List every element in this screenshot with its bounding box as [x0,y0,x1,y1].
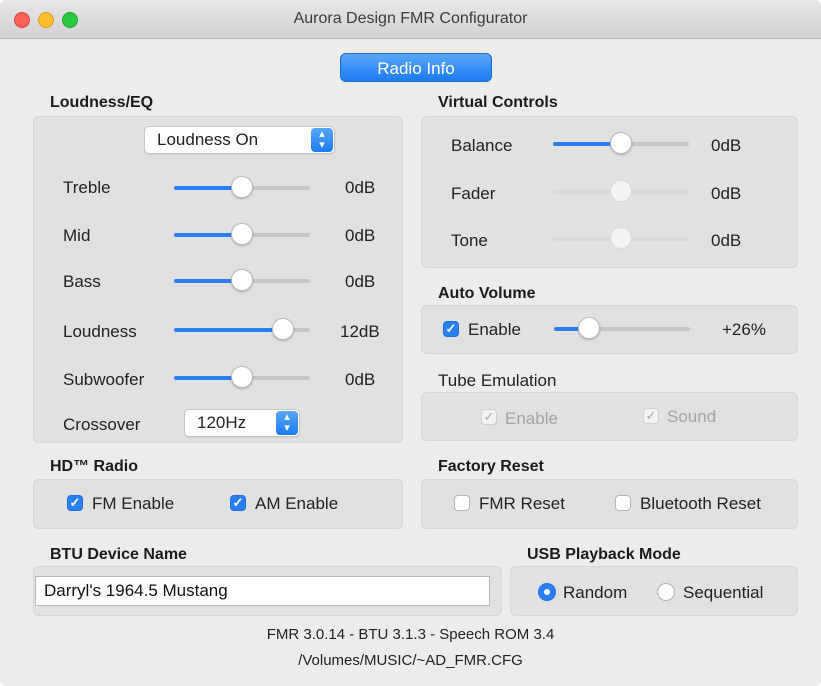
auto-volume-slider[interactable] [554,317,690,341]
subwoofer-label: Subwoofer [63,370,145,389]
auto-volume-value: +26% [722,320,766,339]
tube-enable-checkbox: ✓ [481,409,497,425]
hd-radio-heading: HD™ Radio [50,458,138,475]
usb-playback-heading: USB Playback Mode [527,546,681,563]
mid-label: Mid [63,226,91,245]
loudness-value: 12dB [340,322,380,341]
loudness-slider[interactable] [174,318,310,342]
auto-volume-enable-checkbox[interactable]: ✓ [443,321,459,337]
am-enable-label: AM Enable [255,494,339,513]
bluetooth-reset-label: Bluetooth Reset [640,494,761,513]
btu-device-name-input[interactable] [36,577,489,605]
chevron-updown-icon: ▴ ▾ [276,411,298,435]
factory-reset-heading: Factory Reset [438,458,544,475]
crossover-label: Crossover [63,415,141,434]
loudness-label: Loudness [63,322,137,341]
balance-label: Balance [451,136,513,155]
loudness-mode-value: Loudness On [157,130,259,149]
virtual-controls-heading: Virtual Controls [438,94,558,111]
fader-label: Fader [451,184,496,203]
mid-value: 0dB [345,226,376,245]
crossover-select[interactable]: 120Hz ▴ ▾ [184,409,300,437]
fader-slider [553,180,689,204]
tone-slider [553,227,689,251]
radio-info-button[interactable]: Radio Info [340,53,492,82]
chevron-updown-icon: ▴ ▾ [311,128,333,152]
crossover-value: 120Hz [197,413,247,432]
window-title: Aurora Design FMR Configurator [293,10,528,27]
fm-enable-label: FM Enable [92,494,175,513]
tube-enable-label: Enable [505,409,558,428]
treble-slider[interactable] [174,176,310,200]
tone-label: Tone [451,231,488,250]
fmr-reset-checkbox[interactable] [454,495,470,511]
tube-sound-label: Sound [667,407,717,426]
bass-label: Bass [63,272,101,291]
slider-knob[interactable] [231,366,253,388]
slider-knob[interactable] [578,317,601,339]
slider-knob[interactable] [231,269,253,291]
auto-volume-heading: Auto Volume [438,285,536,302]
tube-emulation-heading: Tube Emulation [438,371,557,390]
treble-label: Treble [63,178,111,197]
tube-sound-checkbox: ✓ [643,408,659,424]
title-bar: Aurora Design FMR Configurator [0,0,821,39]
auto-volume-enable-label: Enable [468,320,521,339]
random-label: Random [563,583,628,602]
bluetooth-reset-checkbox[interactable] [615,495,631,511]
slider-knob[interactable] [610,132,632,154]
slider-knob [610,227,632,249]
am-enable-checkbox[interactable]: ✓ [230,495,246,511]
mid-slider[interactable] [174,223,310,247]
bass-value: 0dB [345,272,376,291]
btu-device-heading: BTU Device Name [50,546,187,563]
fm-enable-checkbox[interactable]: ✓ [67,495,83,511]
app-window: Aurora Design FMR Configurator Radio Inf… [0,0,821,686]
fader-value: 0dB [711,184,742,203]
random-radio[interactable] [538,583,556,601]
slider-knob[interactable] [271,318,294,340]
sequential-radio[interactable] [657,583,675,601]
bass-slider[interactable] [174,269,310,293]
slider-knob [610,180,632,202]
hd-radio-panel [33,479,403,529]
btu-device-name-field[interactable] [35,576,490,606]
subwoofer-slider[interactable] [174,366,310,390]
tone-value: 0dB [711,231,742,250]
loudness-mode-select[interactable]: Loudness On ▴ ▾ [144,126,335,154]
tube-emulation-panel [421,392,798,441]
treble-value: 0dB [345,178,376,197]
sequential-label: Sequential [683,583,764,602]
balance-value: 0dB [711,136,742,155]
slider-knob[interactable] [231,223,253,245]
config-path: /Volumes/MUSIC/~AD_FMR.CFG [298,652,523,669]
slider-knob[interactable] [231,176,253,198]
subwoofer-value: 0dB [345,370,376,389]
balance-slider[interactable] [553,132,689,156]
version-info: FMR 3.0.14 - BTU 3.1.3 - Speech ROM 3.4 [266,626,555,643]
loudness-eq-heading: Loudness/EQ [50,94,154,111]
fmr-reset-label: FMR Reset [479,494,565,513]
